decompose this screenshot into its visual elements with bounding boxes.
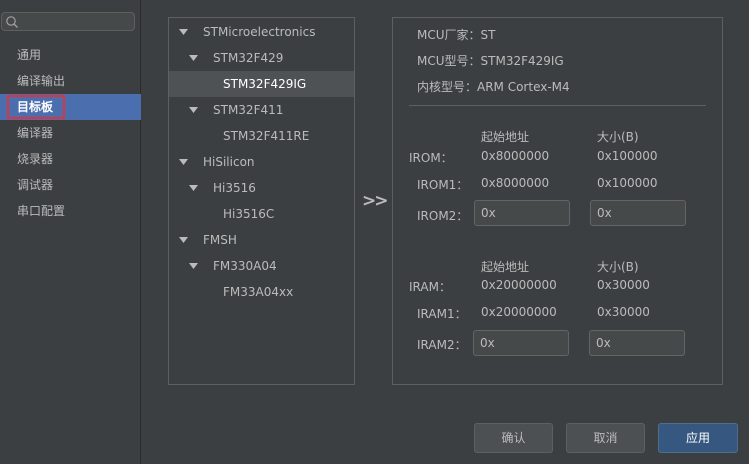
rom-size-header: 大小(B) bbox=[597, 130, 639, 144]
search-icon bbox=[6, 16, 18, 28]
sidebar-item-label: 编译器 bbox=[17, 126, 54, 140]
iram2-size-field[interactable]: 0x bbox=[589, 330, 685, 356]
sidebar-item-debugger[interactable]: 调试器 bbox=[0, 172, 141, 198]
mcu-model: MCU型号：STM32F429IG bbox=[417, 54, 564, 68]
tree-node[interactable]: Hi3516C bbox=[169, 201, 354, 227]
irom2-start-field[interactable]: 0x bbox=[474, 200, 570, 226]
tree-node-label: FM33A04xx bbox=[223, 285, 294, 299]
tree-node[interactable]: FM33A04xx bbox=[169, 279, 354, 305]
iram-start: 0x20000000 bbox=[481, 278, 557, 292]
mcu-info-panel: MCU厂家：ST MCU型号：STM32F429IG 内核型号：ARM Cort… bbox=[392, 17, 723, 385]
iram1-size: 0x30000 bbox=[597, 305, 650, 319]
cancel-button[interactable]: 取消 bbox=[566, 423, 645, 453]
ram-size-header: 大小(B) bbox=[597, 260, 639, 274]
tree-node-label: Hi3516 bbox=[213, 181, 256, 195]
sidebar-item-label: 目标板 bbox=[17, 100, 54, 114]
ok-button[interactable]: 确认 bbox=[474, 423, 553, 453]
expand-arrow-icon[interactable] bbox=[179, 19, 189, 45]
tree-node-label: STM32F411 bbox=[213, 103, 284, 117]
tree-node[interactable]: STM32F429 bbox=[169, 45, 354, 71]
sidebar-item-target-board[interactable]: 目标板 bbox=[0, 94, 141, 120]
ram-start-header: 起始地址 bbox=[481, 260, 530, 274]
tree-node-label: FMSH bbox=[203, 233, 237, 247]
settings-nav: 通用 编译输出 目标板 编译器 烧录器 调试器 串口配置 bbox=[0, 42, 141, 224]
settings-sidebar: 通用 编译输出 目标板 编译器 烧录器 调试器 串口配置 bbox=[0, 0, 141, 464]
irom1-size: 0x100000 bbox=[597, 176, 658, 190]
tree-node[interactable]: HiSilicon bbox=[169, 149, 354, 175]
tree-node-label: STMicroelectronics bbox=[203, 25, 316, 39]
irom1-start: 0x8000000 bbox=[481, 176, 550, 190]
device-tree: STMicroelectronics STM32F429 STM32F429IG ST… bbox=[168, 17, 355, 385]
sidebar-item-label: 调试器 bbox=[17, 178, 54, 192]
tree-node[interactable]: STM32F411RE bbox=[169, 123, 354, 149]
irom-start: 0x8000000 bbox=[481, 149, 550, 163]
sidebar-item-label: 编译输出 bbox=[17, 74, 66, 88]
expand-arrow-icon[interactable] bbox=[179, 149, 189, 175]
expand-arrow-icon[interactable] bbox=[189, 175, 199, 201]
tree-node[interactable]: STM32F411 bbox=[169, 97, 354, 123]
tree-node-label: FM330A04 bbox=[213, 259, 277, 273]
sidebar-item-label: 串口配置 bbox=[17, 204, 66, 218]
tree-node-label: Hi3516C bbox=[223, 207, 275, 221]
rom-start-header: 起始地址 bbox=[481, 130, 530, 144]
core-model: 内核型号：ARM Cortex-M4 bbox=[417, 80, 570, 94]
irom-group-label: IROM： bbox=[409, 151, 453, 165]
tree-node-label: STM32F411RE bbox=[223, 129, 310, 143]
iram1-label: IRAM1： bbox=[417, 307, 467, 321]
iram2-label: IRAM2： bbox=[417, 338, 467, 352]
tree-node[interactable]: STM32F429IG bbox=[169, 71, 354, 97]
sidebar-item-compiler[interactable]: 编译器 bbox=[0, 120, 141, 146]
tree-node-label: STM32F429 bbox=[213, 51, 284, 65]
sidebar-item-label: 通用 bbox=[17, 48, 42, 62]
iram2-start-field[interactable]: 0x bbox=[473, 330, 569, 356]
tree-node[interactable]: Hi3516 bbox=[169, 175, 354, 201]
search-input[interactable] bbox=[1, 12, 135, 31]
sidebar-item-programmer[interactable]: 烧录器 bbox=[0, 146, 141, 172]
tree-node-label: HiSilicon bbox=[203, 155, 255, 169]
sidebar-item-build-output[interactable]: 编译输出 bbox=[0, 68, 141, 94]
irom2-size-field[interactable]: 0x bbox=[590, 200, 686, 226]
sidebar-item-general[interactable]: 通用 bbox=[0, 42, 141, 68]
irom2-label: IROM2： bbox=[417, 209, 469, 223]
tree-node[interactable]: STMicroelectronics bbox=[169, 19, 354, 45]
irom-size: 0x100000 bbox=[597, 149, 658, 163]
iram-size: 0x30000 bbox=[597, 278, 650, 292]
apply-button[interactable]: 应用 bbox=[658, 423, 738, 453]
expand-arrow-icon[interactable] bbox=[189, 45, 199, 71]
irom1-label: IROM1： bbox=[417, 178, 469, 192]
sidebar-item-serial-config[interactable]: 串口配置 bbox=[0, 198, 141, 224]
tree-node[interactable]: FM330A04 bbox=[169, 253, 354, 279]
iram1-start: 0x20000000 bbox=[481, 305, 557, 319]
expand-arrow-icon[interactable] bbox=[189, 253, 199, 279]
tree-node[interactable]: FMSH bbox=[169, 227, 354, 253]
mcu-vendor: MCU厂家：ST bbox=[417, 28, 496, 42]
divider bbox=[409, 105, 706, 106]
transfer-icon: >> bbox=[362, 191, 389, 211]
iram-group-label: IRAM： bbox=[409, 280, 451, 294]
sidebar-item-label: 烧录器 bbox=[17, 152, 54, 166]
tree-node-label: STM32F429IG bbox=[223, 77, 307, 91]
expand-arrow-icon[interactable] bbox=[189, 97, 199, 123]
expand-arrow-icon[interactable] bbox=[179, 227, 189, 253]
